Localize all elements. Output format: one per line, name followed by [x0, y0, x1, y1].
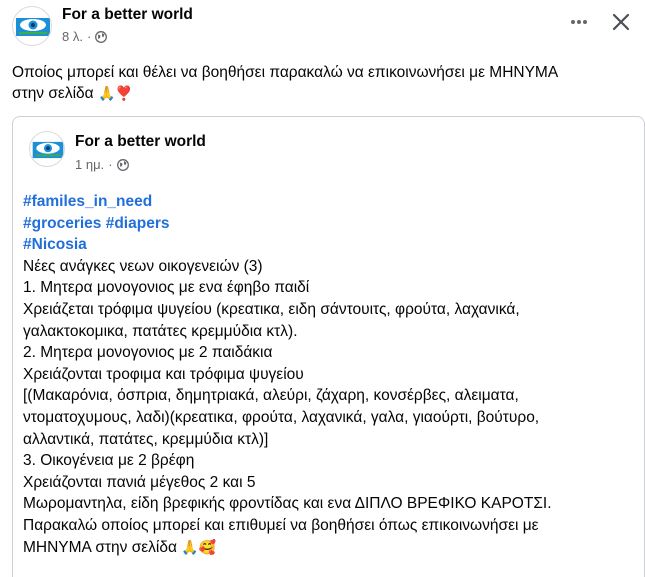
post-header: For a better world 8 λ. · — [12, 6, 632, 50]
body-line: γαλακτοκομικα, πατάτες κρεμμύδια κτλ). — [23, 322, 298, 340]
meta-separator: · — [86, 29, 92, 44]
post-author[interactable]: For a better world — [62, 6, 193, 24]
more-dots-icon — [571, 20, 587, 24]
body-line: 3. Οικογένεια με 2 βρέφη — [23, 452, 195, 470]
emoji-pray-heart: 🙏❣️ — [97, 85, 133, 101]
post-message-line: Οποίος μπορεί και θέλει να βοηθήσει παρα… — [12, 64, 559, 81]
eye-logo-icon — [32, 141, 64, 159]
close-button[interactable] — [605, 6, 637, 38]
eye-logo-icon — [16, 18, 50, 36]
post-meta: 8 λ. · — [62, 29, 108, 44]
emoji-pray-love: 🙏🥰 — [181, 538, 217, 555]
shared-post-card[interactable]: For a better world 1 ημ. · #familes_in_n… — [12, 116, 645, 577]
body-line: 1. Μητερα μονογονιος με ενα έφηβο παιδί — [23, 279, 310, 297]
body-line: Νέες ανάγκες νεων οικογενειών (3) — [23, 257, 263, 275]
page-avatar[interactable] — [12, 6, 52, 46]
facebook-post: For a better world 8 λ. · Οποίος μπορεί … — [0, 0, 645, 577]
globe-icon[interactable] — [95, 30, 108, 43]
hashtag-link[interactable]: #groceries #diapers — [23, 213, 633, 235]
shared-post-meta: 1 ημ. · — [75, 157, 129, 172]
hashtag-link[interactable]: #Nicosia — [23, 234, 633, 256]
body-line: αλλαντικά, πατάτες, κρεμμύδια κτλ)] — [23, 430, 269, 448]
body-line: Χρειάζονται πανιά μέγεθος 2 και 5 — [23, 473, 256, 491]
body-line: [(Μακαρόνια, όσπρια, δημητριακά, αλεύρι,… — [23, 387, 519, 405]
meta-separator: · — [108, 157, 113, 172]
shared-page-avatar[interactable] — [29, 131, 65, 167]
post-time[interactable]: 8 λ. — [62, 29, 83, 44]
shared-post-time[interactable]: 1 ημ. — [75, 157, 104, 172]
body-line: 2. Μητερα μονογονιος με 2 παιδάκια — [23, 344, 273, 362]
shared-post-body: #familes_in_need #groceries #diapers #Ni… — [23, 191, 633, 558]
body-line: Χρειάζονται τροφιμα και τρόφιμα ψυγείου — [23, 365, 304, 383]
close-icon — [612, 13, 630, 31]
body-line: Μωρομαντηλα, είδη βρεφικής φροντίδας και… — [23, 495, 552, 513]
more-options-button[interactable] — [563, 6, 595, 38]
post-message: Οποίος μπορεί και θέλει να βοηθήσει παρα… — [12, 62, 632, 104]
post-message-line: στην σελίδα 🙏❣️ — [12, 85, 133, 102]
body-line: ντοματοχυμους, λαδι)(κρεατικα, φρούτα, λ… — [23, 408, 540, 426]
body-line: Παρακαλώ οποίος μπορεί και επιθυμεί να β… — [23, 516, 539, 534]
globe-icon[interactable] — [116, 158, 129, 171]
body-line-last: ΜΗΝΥΜΑ στην σελίδα 🙏🥰 — [23, 538, 217, 556]
shared-post-author[interactable]: For a better world — [75, 133, 206, 151]
hashtag-link[interactable]: #familes_in_need — [23, 191, 633, 213]
body-line: Χρειάζεται τρόφιμα ψυγείου (κρεατικα, ει… — [23, 300, 520, 318]
shared-post-header: For a better world 1 ημ. · — [29, 131, 589, 175]
